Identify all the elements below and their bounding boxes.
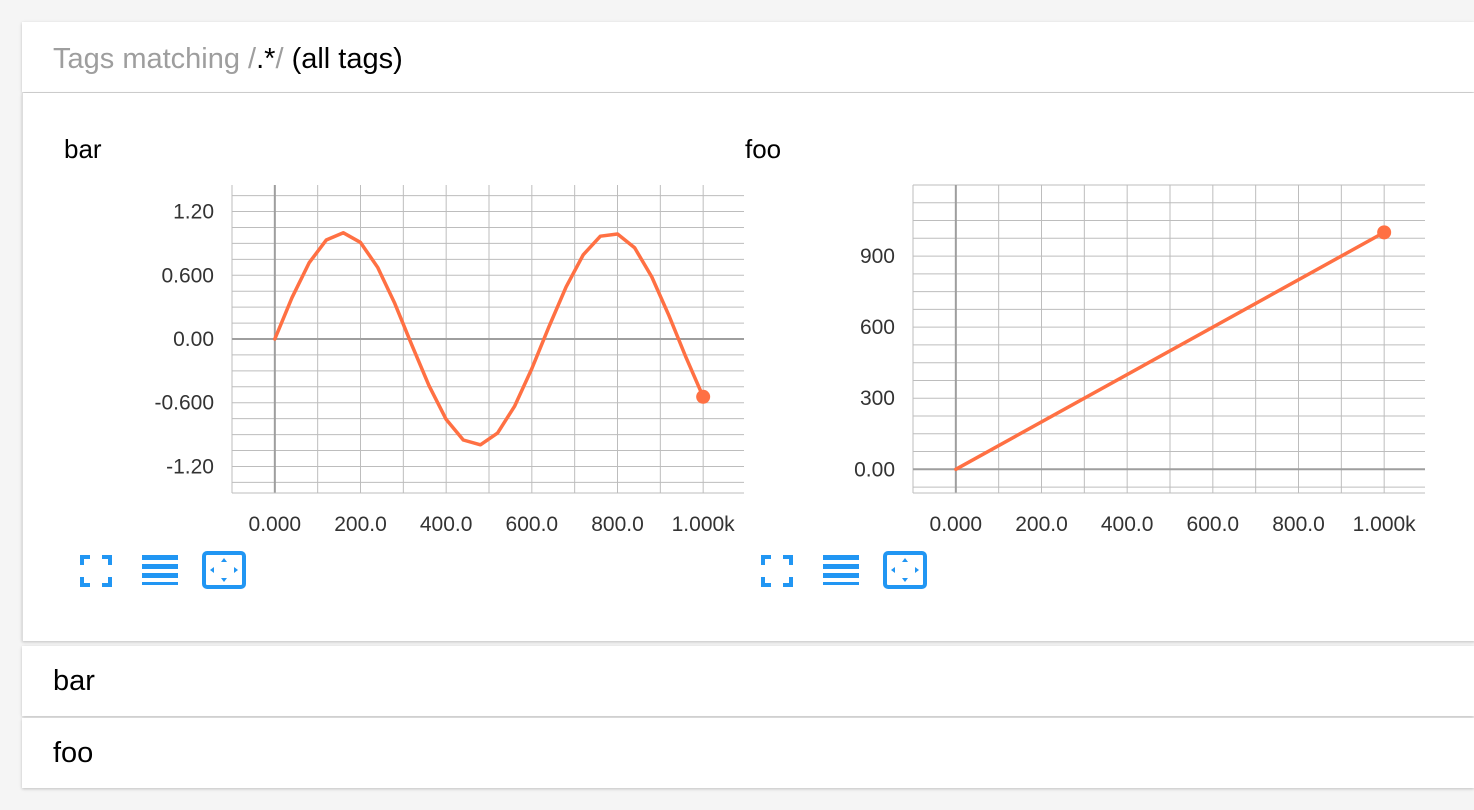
chart-bar-svg[interactable]: 0.000 200.0 400.0 600.0 800.0 1.000k 1.20 0.600…	[64, 93, 744, 543]
x-tick-label: 0.000	[249, 513, 302, 536]
x-tick-label: 400.0	[1101, 513, 1154, 536]
y-tick-label: 900	[860, 245, 895, 268]
y-tick-label: 0.600	[161, 264, 214, 287]
x-tick-label: 800.0	[1272, 513, 1325, 536]
y-tick-label: -1.20	[166, 455, 214, 478]
y-tick-label: 0.00	[854, 458, 895, 481]
y-tick-label: -0.600	[154, 392, 214, 415]
regex-slash-open: /	[248, 43, 257, 75]
chart-card-foo: foo 0.000 200.0 400.0 600.0 800.0 1.000k 900 60…	[745, 93, 1425, 633]
fullscreen-icon[interactable]	[755, 551, 799, 591]
y-tick-label: 300	[860, 387, 895, 410]
x-tick-label: 1.000k	[672, 513, 736, 536]
y-tick-label: 0.00	[173, 328, 214, 351]
x-tick-label: 400.0	[420, 513, 473, 536]
regex-pattern: .*	[256, 43, 276, 75]
chart-card-bar: bar 0.000 200.0 400.0 600.0 800.0 1.000k 1.20 0…	[64, 93, 744, 633]
x-tick-label: 800.0	[591, 513, 644, 536]
tag-group-row-bar[interactable]: bar	[22, 646, 1474, 716]
y-tick-label: 600	[860, 316, 895, 339]
x-tick-label: 200.0	[1015, 513, 1068, 536]
series-last-point	[1377, 225, 1392, 240]
chart-foo-svg[interactable]: 0.000 200.0 400.0 600.0 800.0 1.000k 900 600 300…	[745, 93, 1425, 543]
fit-domain-icon[interactable]	[883, 551, 927, 591]
list-icon[interactable]	[138, 551, 182, 591]
tags-matching-label: Tags matching	[53, 43, 249, 75]
tag-group-row-foo[interactable]: foo	[22, 718, 1474, 788]
fullscreen-icon[interactable]	[74, 551, 118, 591]
list-icon[interactable]	[819, 551, 863, 591]
regex-slash-close: /	[275, 43, 284, 75]
tag-group-label: foo	[53, 737, 94, 769]
x-tick-label: 600.0	[506, 513, 559, 536]
tag-filter-header: Tags matching /.*/ (all tags)	[22, 22, 1474, 92]
fit-domain-icon[interactable]	[202, 551, 246, 591]
y-tick-label: 1.20	[173, 201, 214, 224]
chart-cards-panel: bar 0.000 200.0 400.0 600.0 800.0 1.000k 1.20 0…	[22, 93, 1474, 641]
tag-group-label: bar	[53, 665, 95, 697]
series-last-point	[696, 389, 711, 404]
all-tags-label: (all tags)	[283, 43, 403, 75]
x-tick-label: 1.000k	[1353, 513, 1417, 536]
tag-filter-text: Tags matching /.*/ (all tags)	[53, 42, 403, 76]
x-tick-label: 0.000	[930, 513, 983, 536]
x-tick-label: 200.0	[334, 513, 387, 536]
x-tick-label: 600.0	[1187, 513, 1240, 536]
